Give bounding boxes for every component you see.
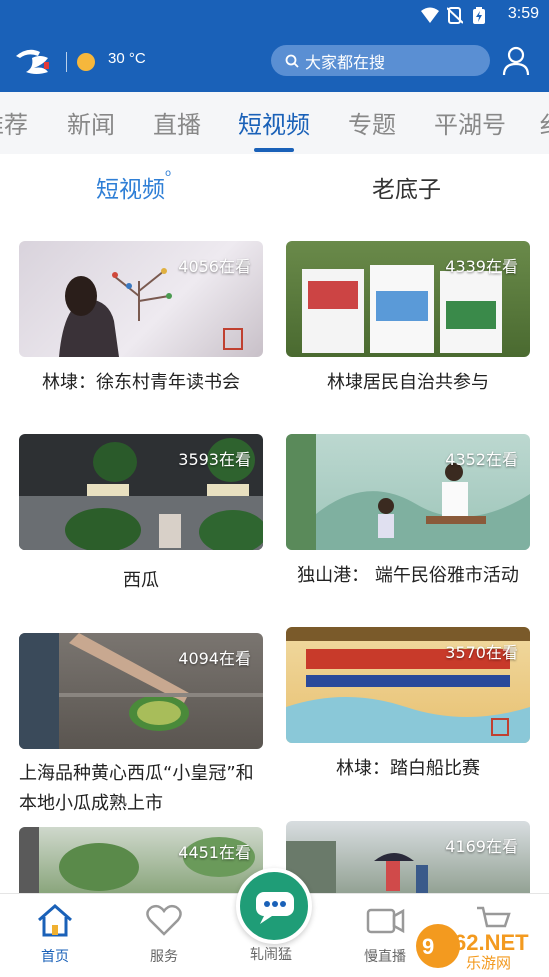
view-count: 3570在看 bbox=[445, 643, 518, 662]
nav-slow-live[interactable]: 慢直播 bbox=[350, 902, 420, 966]
chat-bubble-icon bbox=[256, 892, 294, 924]
tab-topics[interactable]: 专题 bbox=[348, 105, 396, 140]
search-icon bbox=[285, 54, 299, 68]
home-icon bbox=[38, 904, 72, 937]
site-watermark-logo: 9 62.NET 乐游网 bbox=[414, 922, 544, 972]
dot-icon: o bbox=[165, 168, 172, 179]
active-tab-indicator bbox=[254, 148, 294, 152]
tab-short-video[interactable]: 短视频 bbox=[238, 105, 310, 140]
video-title[interactable]: 林埭：踏白船比赛 bbox=[286, 754, 530, 784]
category-tabs: 推荐 新闻 直播 短视频 专题 平湖号 纟 bbox=[0, 92, 549, 154]
video-camera-icon bbox=[366, 908, 405, 934]
subtab-old-stories[interactable]: 老底子 bbox=[372, 170, 441, 204]
view-count: 4169在看 bbox=[445, 837, 518, 856]
fab-label: 轧闹猛 bbox=[250, 947, 292, 963]
video-title[interactable]: 林埭：徐东村青年读书会 bbox=[19, 368, 263, 398]
nav-services[interactable]: 服务 bbox=[129, 902, 199, 966]
tab-pinghu-hao[interactable]: 平湖号 bbox=[434, 105, 506, 140]
view-count: 4352在看 bbox=[445, 450, 518, 469]
header-bar: 3:59 30 °C 大家都在搜 bbox=[0, 0, 549, 92]
tab-partial[interactable]: 纟 bbox=[539, 105, 549, 140]
view-count: 4451在看 bbox=[178, 843, 251, 862]
battery-icon bbox=[473, 7, 491, 24]
tab-live[interactable]: 直播 bbox=[153, 105, 201, 140]
status-bar: 3:59 bbox=[0, 0, 549, 32]
search-placeholder: 大家都在搜 bbox=[305, 52, 386, 72]
svg-text:62.NET: 62.NET bbox=[454, 930, 529, 955]
video-title[interactable]: 独山港： 端午民俗雅市活动 bbox=[286, 561, 530, 591]
svg-text:9: 9 bbox=[422, 934, 434, 959]
sun-icon bbox=[77, 53, 95, 71]
tab-recommend[interactable]: 推荐 bbox=[0, 105, 28, 140]
wifi-icon bbox=[421, 7, 439, 24]
view-count: 4339在看 bbox=[445, 257, 518, 276]
video-title[interactable]: 西瓜 bbox=[19, 566, 263, 596]
nav-home[interactable]: 首页 bbox=[20, 902, 90, 966]
heart-icon bbox=[146, 904, 182, 936]
nav-label: 慢直播 bbox=[364, 949, 406, 965]
status-time: 3:59 bbox=[507, 5, 539, 22]
view-count: 4094在看 bbox=[178, 649, 251, 668]
video-title[interactable]: 上海品种黄心西瓜“小皇冠”和本地小瓜成熟上市 bbox=[19, 759, 263, 819]
view-count: 4056在看 bbox=[178, 257, 251, 276]
nav-label: 首页 bbox=[41, 949, 69, 965]
chat-fab-button[interactable] bbox=[236, 868, 312, 944]
app-logo[interactable] bbox=[14, 42, 58, 78]
no-sim-icon bbox=[446, 7, 465, 24]
app-bar: 30 °C 大家都在搜 bbox=[0, 32, 549, 92]
video-title[interactable]: 林埭居民自治共参与 bbox=[286, 368, 530, 398]
status-icons bbox=[421, 7, 491, 24]
divider bbox=[66, 52, 67, 72]
view-count: 3593在看 bbox=[178, 450, 251, 469]
temperature: 30 °C bbox=[108, 50, 146, 67]
svg-text:乐游网: 乐游网 bbox=[466, 954, 511, 970]
nav-label: 服务 bbox=[150, 949, 178, 965]
search-box[interactable]: 大家都在搜 bbox=[271, 45, 490, 76]
user-icon[interactable] bbox=[502, 46, 530, 76]
tab-news[interactable]: 新闻 bbox=[67, 105, 115, 140]
subtab-short-video[interactable]: 短视频o bbox=[96, 168, 172, 204]
